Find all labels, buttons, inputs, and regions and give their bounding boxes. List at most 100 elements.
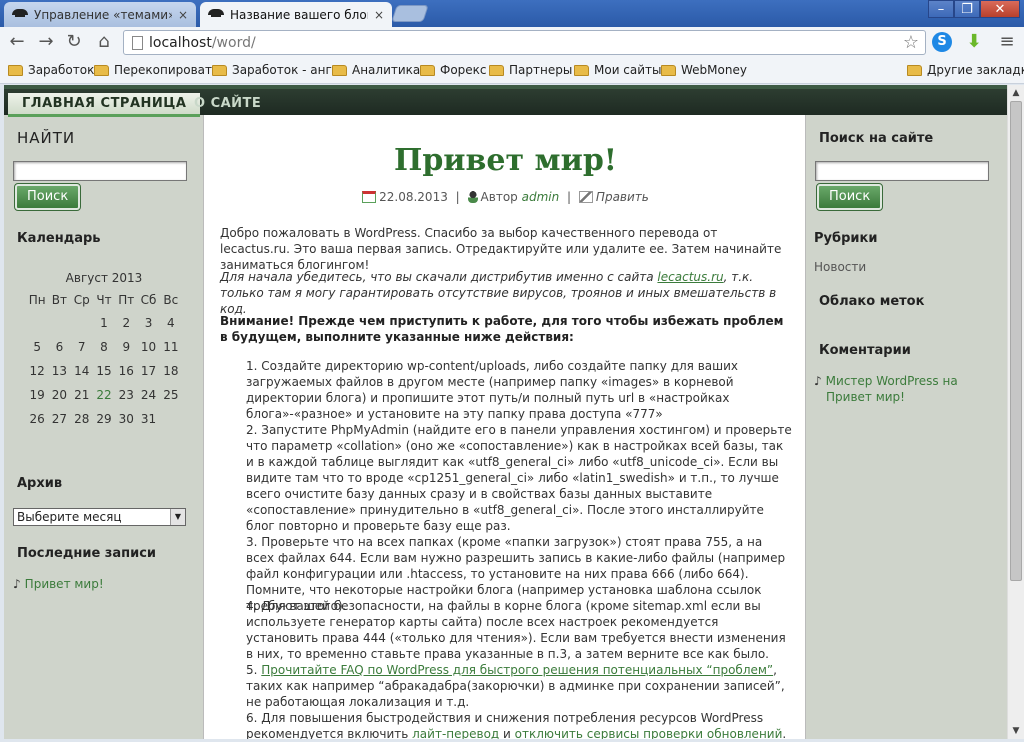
calendar-day: 3	[144, 316, 153, 330]
nav-home[interactable]: ГЛАВНАЯ СТРАНИЦА	[8, 93, 201, 117]
recent-posts-title: Последние записи	[17, 546, 157, 561]
calendar-day: 30	[118, 412, 134, 426]
author-label: Автор	[480, 190, 518, 204]
spy-favicon-icon	[12, 8, 28, 21]
tab-bar: Управление «темами» ‹ На: × Название ваш…	[0, 0, 1024, 27]
download-extension-icon[interactable]: ⬇	[964, 32, 984, 52]
scroll-down-icon[interactable]: ▼	[1008, 723, 1024, 739]
calendar-day: 12	[29, 364, 45, 378]
calendar-weekday: Пт	[118, 293, 135, 307]
list-item-6: 6. Для повышения быстродействия и снижен…	[246, 711, 787, 739]
calendar-day: 20	[51, 388, 68, 402]
scroll-thumb[interactable]	[1010, 101, 1022, 581]
back-icon[interactable]: ←	[6, 31, 28, 53]
calendar-day: 31	[140, 412, 157, 426]
minimize-button[interactable]: –	[928, 0, 954, 18]
archive-widget-title: Архив	[17, 476, 63, 491]
menu-icon[interactable]: ≡	[996, 31, 1018, 53]
calendar-week: 12 13 14 15 16 17 18	[26, 359, 182, 383]
disable-updates-link[interactable]: отключить сервисы проверки обновлений	[515, 727, 783, 739]
rubric-link[interactable]: Новости	[814, 260, 866, 274]
nav-about[interactable]: О САЙТЕ	[180, 93, 275, 117]
tab-close-icon[interactable]: ×	[374, 8, 384, 22]
calendar-weekday: Чт	[96, 293, 112, 307]
page-viewport: ГЛАВНАЯ СТРАНИЦА О САЙТЕ НАЙТИ Поиск Кал…	[4, 85, 1007, 739]
calendar-day: 19	[29, 388, 45, 402]
calendar-day: 6	[55, 340, 64, 354]
bookmark-folder[interactable]: Партнеры	[489, 63, 572, 77]
page-scrollbar[interactable]: ▲ ▼	[1007, 85, 1024, 739]
window-close-button[interactable]: ✕	[980, 0, 1020, 18]
home-icon[interactable]: ⌂	[93, 31, 115, 53]
calendar-day: 4	[167, 316, 175, 330]
calendar-day: 13	[51, 364, 68, 378]
folder-icon	[212, 64, 227, 76]
bookmark-folder[interactable]: Аналитика	[332, 63, 420, 77]
site-search-title: Поиск на сайте	[819, 131, 934, 146]
folder-icon	[907, 64, 922, 76]
user-icon	[467, 191, 478, 203]
calendar-day: 21	[74, 388, 90, 402]
folder-icon	[420, 64, 435, 76]
list-item-4: 4. Для вашей безопасности, на файлы в ко…	[246, 599, 786, 661]
tab-blog[interactable]: Название вашего блога ×	[200, 2, 392, 27]
tab-themes[interactable]: Управление «темами» ‹ На: ×	[4, 2, 196, 27]
calendar-day: 11	[163, 340, 179, 354]
folder-icon	[332, 64, 347, 76]
bookmark-folder[interactable]: WebMoney	[661, 63, 747, 77]
bookmark-folder[interactable]: Заработок - англ	[212, 63, 339, 77]
url-text[interactable]: localhost/word/	[149, 35, 256, 51]
calendar-day: 23	[118, 388, 134, 402]
site-navigation: ГЛАВНАЯ СТРАНИЦА О САЙТЕ	[4, 85, 1007, 117]
note-bullet-icon: ♪	[13, 577, 21, 591]
comment-on-text: на	[942, 374, 958, 388]
comment-post-link[interactable]: Привет мир!	[826, 390, 905, 404]
bookmarks-bar: Заработок Перекопировать Заработок - анг…	[0, 58, 1024, 84]
left-search-button[interactable]: Поиск	[13, 183, 82, 211]
bookmark-star-icon[interactable]: ☆	[903, 32, 919, 53]
calendar-day: 2	[122, 316, 131, 330]
edit-link[interactable]: Править	[596, 190, 649, 204]
calendar-day: 16	[118, 364, 134, 378]
reload-icon[interactable]: ↻	[63, 31, 85, 53]
calendar-day: 8	[100, 340, 108, 354]
folder-icon	[574, 64, 589, 76]
author-link[interactable]: admin	[522, 190, 560, 204]
right-search-button[interactable]: Поиск	[815, 183, 884, 211]
new-tab-button[interactable]	[391, 5, 429, 22]
calendar-day: 25	[163, 388, 179, 402]
comment-author-link[interactable]: Мистер WordPress	[826, 374, 939, 388]
recent-post-link[interactable]: ♪ Привет мир!	[13, 577, 104, 591]
maximize-button[interactable]: ❐	[954, 0, 980, 18]
archive-select[interactable]: Выберите месяц ▼	[13, 508, 186, 526]
calendar-day: 10	[140, 340, 157, 354]
forward-icon[interactable]: →	[35, 31, 57, 53]
address-bar[interactable]: localhost/word/ ☆	[123, 30, 926, 55]
tab-close-icon[interactable]: ×	[178, 8, 188, 22]
post-title[interactable]: Привет мир!	[204, 143, 807, 178]
bookmark-folder[interactable]: Заработок	[8, 63, 94, 77]
lecactus-link[interactable]: lecactus.ru	[657, 270, 723, 284]
left-search-input[interactable]	[13, 161, 187, 181]
lite-translation-link[interactable]: лайт-перевод	[412, 727, 499, 739]
distribution-paragraph: Для начала убедитесь, что вы скачали дис…	[220, 270, 777, 316]
skype-extension-icon[interactable]: S	[932, 32, 952, 52]
calendar-day	[160, 407, 182, 431]
scroll-up-icon[interactable]: ▲	[1008, 85, 1024, 101]
faq-link[interactable]: Прочитайте FAQ по WordPress для быстрого…	[261, 663, 773, 677]
tab-title: Название вашего блога	[230, 7, 368, 22]
other-bookmarks-folder[interactable]: Другие закладки	[907, 63, 1024, 77]
calendar-day	[26, 311, 48, 335]
calendar-day: 29	[96, 412, 112, 426]
right-search-input[interactable]	[815, 161, 989, 181]
post-date: 22.08.2013	[379, 190, 448, 204]
calendar-day: 5	[33, 340, 41, 354]
warning-paragraph: Внимание! Прежде чем приступить к работе…	[220, 314, 784, 344]
bookmark-folder[interactable]: Мои сайты	[574, 63, 662, 77]
calendar-day[interactable]: 22	[93, 383, 115, 407]
comment-item: ♪ Мистер WordPress на Привет мир!	[814, 373, 994, 405]
bookmark-folder[interactable]: Форекс	[420, 63, 487, 77]
calendar-day: 28	[74, 412, 90, 426]
bookmark-folder[interactable]: Перекопировать	[94, 63, 219, 77]
calendar-weekday: Вт	[51, 293, 68, 307]
